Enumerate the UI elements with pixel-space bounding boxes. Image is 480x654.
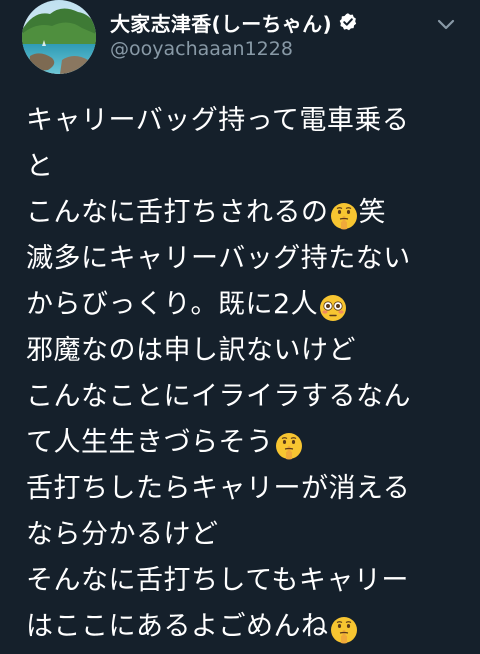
- tweet-line-text: 滅多にキャリーバッグ持たない: [26, 243, 411, 274]
- avatar[interactable]: [22, 0, 96, 74]
- author-display-name[interactable]: 大家志津香(しーちゃん): [110, 8, 332, 37]
- tweet-header: 大家志津香(しーちゃん) @ooyachaaan1228: [0, 0, 480, 80]
- flushed-face-icon: [319, 291, 347, 321]
- tweet-text: キャリーバッグ持って電車乗る と こんなに舌打ちされるの 笑 滅多にキャリーバッ…: [26, 98, 466, 650]
- tweet-line-text: からびっくり。既に2人: [26, 289, 319, 320]
- tweet-line-suffix: 笑: [358, 197, 386, 228]
- tweet-line-text: こんなに舌打ちされるの: [26, 197, 329, 228]
- tweet-line: そんなに舌打ちしてもキャリー: [26, 558, 466, 604]
- tweet-line: キャリーバッグ持って電車乗る: [26, 98, 466, 144]
- author-name-row: 大家志津香(しーちゃん): [110, 8, 358, 36]
- tweet-line: からびっくり。既に2人: [26, 282, 466, 328]
- tweet-line: こんなことにイライラするなん: [26, 374, 466, 420]
- tweet-line: こんなに舌打ちされるの 笑: [26, 190, 466, 236]
- tweet-line-text: と: [26, 151, 54, 182]
- tweet-line-text: て人生生きづらそう: [26, 427, 274, 458]
- tweet-line-text: 舌打ちしたらキャリーが消える: [26, 473, 411, 504]
- tweet-line: 邪魔なのは申し訳ないけど: [26, 328, 466, 374]
- tweet-line-text: そんなに舌打ちしてもキャリー: [26, 565, 409, 596]
- tweet-line: て人生生きづらそう: [26, 420, 466, 466]
- tweet-line: と: [26, 144, 466, 190]
- tweet-line-text: こんなことにイライラするなん: [26, 381, 411, 412]
- shushing-face-icon: [330, 613, 358, 644]
- tweet-line: 滅多にキャリーバッグ持たない: [26, 236, 466, 282]
- tweet-line-text: なら分かるけど: [26, 519, 219, 550]
- author-handle[interactable]: @ooyachaaan1228: [110, 38, 293, 60]
- shushing-face-icon: [330, 199, 358, 230]
- tweet-line: 舌打ちしたらキャリーが消える: [26, 466, 466, 512]
- verified-badge-icon: [338, 12, 358, 32]
- tweet-line: なら分かるけど: [26, 512, 466, 558]
- tweet-line-text: 邪魔なのは申し訳ないけど: [26, 335, 356, 366]
- chevron-down-icon[interactable]: [434, 12, 458, 36]
- tweet-line-text: キャリーバッグ持って電車乗る: [26, 105, 410, 136]
- avatar-photo-icon: [22, 0, 96, 74]
- tweet-line: はここにあるよごめんね: [26, 604, 466, 650]
- tweet-line-text: はここにあるよごめんね: [26, 611, 329, 642]
- shushing-face-icon: [275, 429, 303, 460]
